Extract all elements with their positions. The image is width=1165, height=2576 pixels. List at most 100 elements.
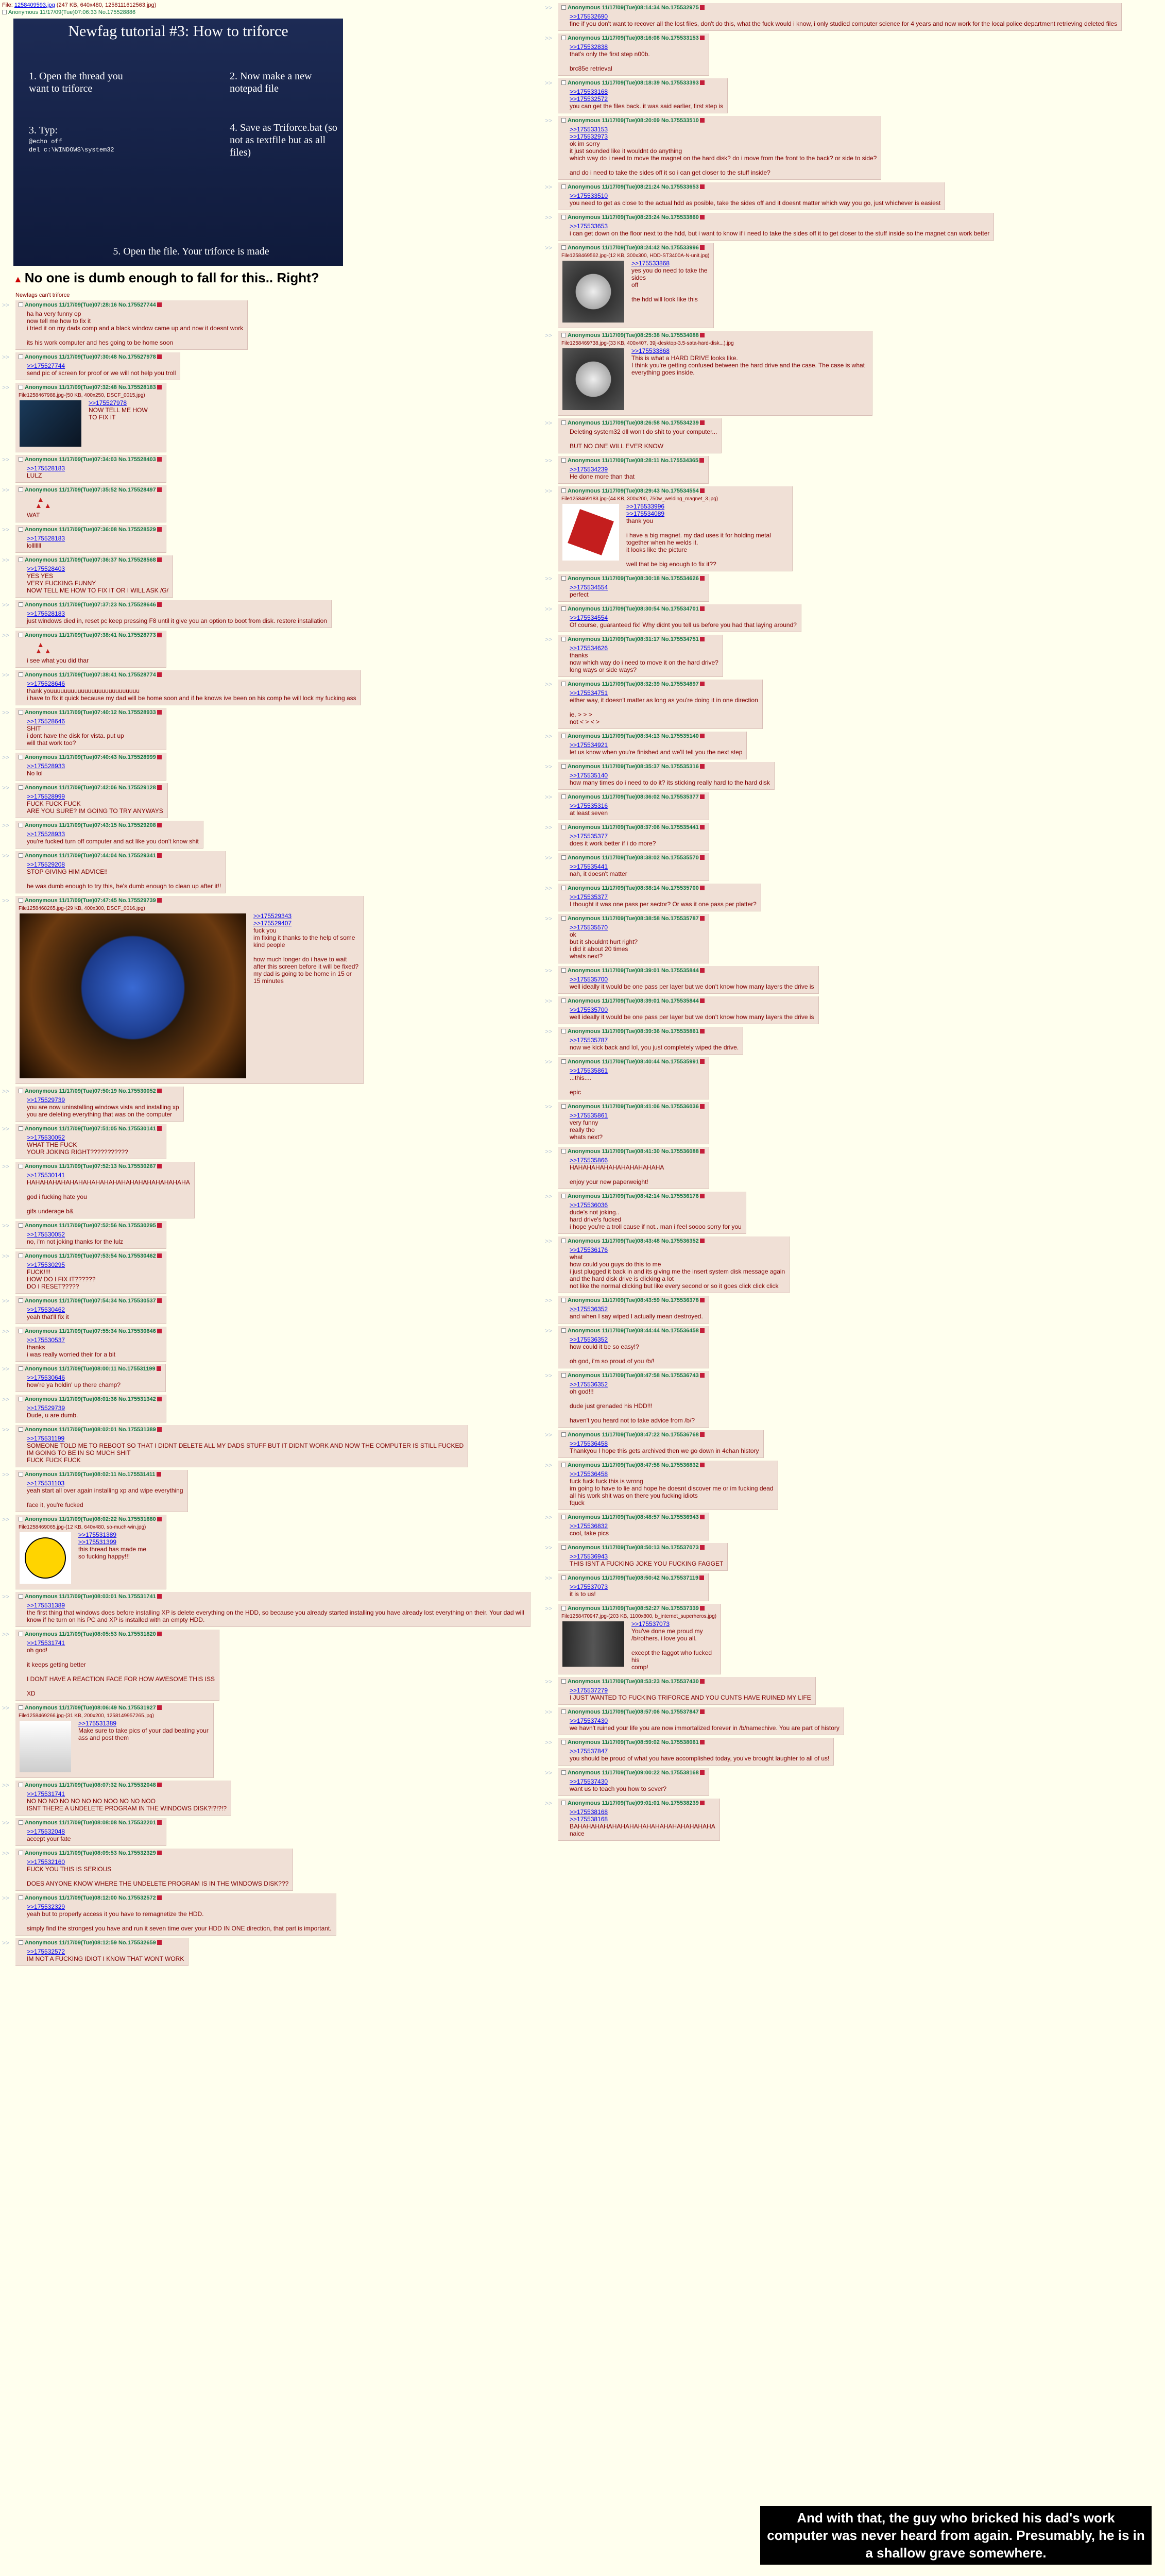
reply-checkbox[interactable] [561, 1463, 566, 1467]
reply-delete-icon[interactable] [157, 823, 162, 827]
reply-delete-icon[interactable] [157, 1126, 162, 1131]
reply-checkbox[interactable] [19, 633, 23, 637]
reply-delete-icon[interactable] [699, 36, 705, 40]
reply-checkbox[interactable] [561, 1515, 566, 1519]
reply-delete-icon[interactable] [157, 633, 162, 637]
quote-link[interactable]: >>175532048 [27, 1828, 162, 1835]
reply-delete-icon[interactable] [699, 682, 705, 686]
reply-delete-icon[interactable] [157, 1164, 162, 1168]
op-checkbox[interactable] [2, 10, 7, 14]
reply-checkbox[interactable] [561, 1373, 566, 1378]
reply-delete-icon[interactable] [699, 184, 705, 189]
reply-delete-icon[interactable] [157, 1517, 162, 1521]
quote-link[interactable]: >>175530462 [27, 1306, 162, 1313]
quote-link[interactable]: >>175536352 [570, 1336, 705, 1343]
quote-link[interactable]: >>175534921 [570, 741, 742, 749]
reply-delete-icon[interactable] [699, 1432, 705, 1437]
reply-checkbox[interactable] [561, 1679, 566, 1684]
reply-checkbox[interactable] [19, 1223, 23, 1228]
reply-checkbox[interactable] [561, 1545, 566, 1550]
reply-thumbnail[interactable] [20, 1721, 71, 1772]
reply-checkbox[interactable] [561, 576, 566, 581]
quote-link[interactable]: >>175532160 [27, 1858, 288, 1866]
reply-checkbox[interactable] [19, 354, 23, 359]
reply-checkbox[interactable] [561, 245, 566, 250]
reply-delete-icon[interactable] [699, 1298, 705, 1302]
reply-checkbox[interactable] [19, 1594, 23, 1599]
reply-delete-icon[interactable] [157, 898, 162, 903]
reply-checkbox[interactable] [561, 1239, 566, 1243]
quote-link[interactable]: >>175534554 [570, 614, 797, 621]
quote-link[interactable]: >>175533168 >>175532572 [570, 88, 723, 103]
reply-delete-icon[interactable] [699, 420, 705, 425]
reply-checkbox[interactable] [561, 184, 566, 189]
reply-delete-icon[interactable] [157, 1940, 162, 1945]
reply-delete-icon[interactable] [157, 1705, 162, 1710]
reply-delete-icon[interactable] [699, 998, 705, 1003]
reply-delete-icon[interactable] [157, 1089, 162, 1093]
reply-checkbox[interactable] [19, 1783, 23, 1787]
reply-thumbnail[interactable] [562, 1621, 624, 1667]
reply-delete-icon[interactable] [157, 1427, 162, 1432]
reply-checkbox[interactable] [19, 1329, 23, 1333]
quote-link[interactable]: >>175530052 [27, 1231, 162, 1238]
quote-link[interactable]: >>175536036 [570, 1201, 742, 1209]
reply-delete-icon[interactable] [699, 794, 705, 799]
reply-delete-icon[interactable] [156, 1366, 161, 1371]
quote-link[interactable]: >>175537073 [570, 1583, 704, 1590]
reply-delete-icon[interactable] [157, 527, 162, 532]
reply-thumbnail[interactable] [562, 348, 624, 410]
reply-delete-icon[interactable] [699, 1029, 705, 1033]
reply-checkbox[interactable] [19, 457, 23, 462]
reply-delete-icon[interactable] [157, 385, 162, 389]
reply-checkbox[interactable] [19, 823, 23, 827]
reply-checkbox[interactable] [561, 333, 566, 337]
reply-checkbox[interactable] [561, 118, 566, 123]
reply-delete-icon[interactable] [157, 1820, 162, 1825]
reply-checkbox[interactable] [19, 557, 23, 562]
quote-link[interactable]: >>175535861 [570, 1067, 705, 1074]
reply-delete-icon[interactable] [157, 1632, 162, 1636]
reply-delete-icon[interactable] [699, 1740, 705, 1744]
reply-delete-icon[interactable] [699, 1194, 705, 1198]
reply-checkbox[interactable] [19, 1126, 23, 1131]
quote-link[interactable]: >>175528403 [27, 565, 168, 572]
reply-delete-icon[interactable] [157, 1298, 162, 1303]
reply-delete-icon[interactable] [157, 1397, 162, 1401]
reply-delete-icon[interactable] [157, 853, 162, 858]
reply-checkbox[interactable] [19, 1366, 23, 1371]
reply-delete-icon[interactable] [157, 1253, 162, 1258]
quote-link[interactable]: >>175535787 [570, 1037, 739, 1044]
reply-delete-icon[interactable] [699, 1515, 705, 1519]
quote-link[interactable]: >>175537430 [570, 1778, 705, 1785]
quote-link[interactable]: >>175530141 [27, 1172, 190, 1179]
reply-checkbox[interactable] [19, 1517, 23, 1521]
reply-checkbox[interactable] [19, 1705, 23, 1710]
reply-delete-icon[interactable] [699, 886, 705, 890]
reply-thumbnail[interactable] [562, 504, 619, 561]
reply-delete-icon[interactable] [699, 606, 705, 611]
reply-delete-icon[interactable] [699, 1801, 705, 1805]
reply-checkbox[interactable] [561, 794, 566, 799]
reply-checkbox[interactable] [561, 1432, 566, 1437]
quote-link[interactable]: >>175534239 [570, 466, 704, 473]
reply-delete-icon[interactable] [699, 118, 705, 123]
reply-checkbox[interactable] [561, 1104, 566, 1109]
reply-delete-icon[interactable] [699, 576, 705, 581]
quote-link[interactable]: >>175535377 [570, 893, 757, 901]
reply-file-info[interactable]: File1258468265.jpg-(29 KB, 400x300, DSCF… [19, 906, 359, 911]
reply-delete-icon[interactable] [157, 1329, 162, 1333]
quote-link[interactable]: >>175536176 [570, 1246, 785, 1253]
reply-delete-icon[interactable] [157, 602, 162, 607]
reply-checkbox[interactable] [561, 968, 566, 973]
reply-checkbox[interactable] [19, 1895, 23, 1900]
quote-link[interactable]: >>175536458 [570, 1470, 774, 1478]
reply-checkbox[interactable] [19, 853, 23, 858]
reply-checkbox[interactable] [561, 215, 566, 219]
reply-checkbox[interactable] [19, 1298, 23, 1303]
quote-link[interactable]: >>175528999 [27, 793, 163, 800]
reply-delete-icon[interactable] [699, 215, 705, 219]
quote-link[interactable]: >>175537279 [570, 1687, 811, 1694]
reply-checkbox[interactable] [561, 1770, 566, 1775]
reply-checkbox[interactable] [19, 672, 23, 677]
